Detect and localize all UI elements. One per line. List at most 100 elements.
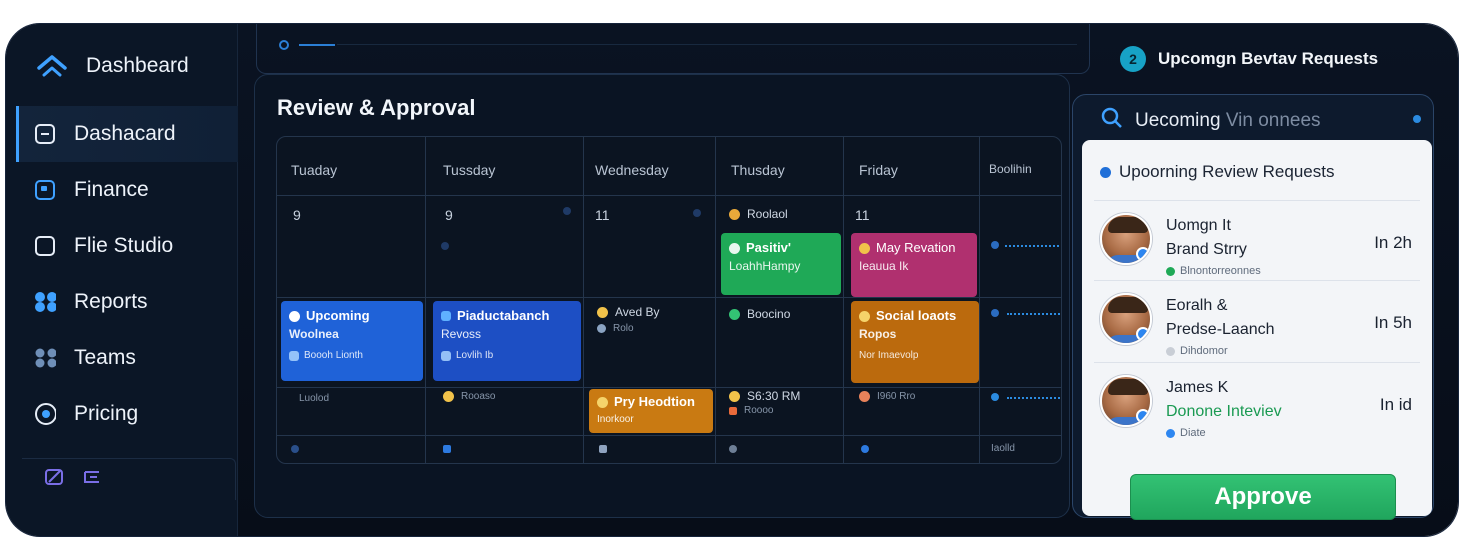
calendar-item[interactable]: Luolod <box>299 393 329 404</box>
date-number: 11 <box>855 207 870 223</box>
status-dot-icon <box>1100 166 1111 178</box>
calendar-item[interactable]: I960 Rro <box>859 391 915 402</box>
review-requests-card: Upoorning Review Requests Uomgn It Brand… <box>1082 140 1432 520</box>
calendar-item[interactable]: Roolaol <box>729 207 788 221</box>
event-title: Social loaots <box>859 307 971 325</box>
request-item[interactable]: James K Donone Inteviev Diate In id <box>1094 362 1420 442</box>
avatar <box>1100 213 1152 265</box>
request-name: Uomgn It <box>1166 217 1231 234</box>
calendar-icon <box>441 351 451 361</box>
progress-line <box>299 44 335 46</box>
calendar-item-row: Rolo <box>597 323 634 334</box>
avatar <box>1100 375 1152 427</box>
grid-line <box>277 387 1061 388</box>
calendar-item-row: S6:30 RM <box>729 389 800 403</box>
request-item[interactable]: Eoralh & Predse-Laanch Dihdomor In 5h <box>1094 280 1420 360</box>
status-dot-icon <box>859 242 870 254</box>
edit-icon[interactable] <box>44 467 66 492</box>
circle-icon <box>34 403 56 425</box>
grid-line <box>715 137 716 463</box>
calendar-item-row: Roooo <box>729 405 773 416</box>
status-dot-icon <box>597 396 608 408</box>
sidebar-item-flie-studio[interactable]: Flie Studio <box>16 218 238 274</box>
connector-line <box>1007 313 1061 315</box>
connector-line <box>1005 245 1061 247</box>
event-upcoming[interactable]: Upcoming Woolnea Boooh Lionth <box>281 301 423 381</box>
marker-dot <box>563 207 571 215</box>
request-meta: Diate <box>1166 427 1206 439</box>
sidebar-footer <box>22 458 236 500</box>
event-title: May Revation <box>859 239 969 257</box>
sidebar-item-finance[interactable]: Finance <box>16 162 238 218</box>
info-badge-icon: 2 <box>1120 46 1146 72</box>
verified-badge-icon <box>1136 247 1150 261</box>
search-text: Uecoming Vin onnees <box>1135 110 1321 131</box>
calendar-item[interactable]: Aved By Rolo <box>597 305 659 334</box>
status-dot-icon <box>729 208 740 220</box>
search-bar[interactable]: Uecoming Vin onnees <box>1101 107 1321 135</box>
chevron-up-logo-icon <box>36 54 68 78</box>
event-subtitle: Woolnea <box>289 327 339 341</box>
sidebar-item-label: Dashacard <box>74 122 176 145</box>
event-subtitle: LoahhHampy <box>729 259 801 273</box>
request-time: In id <box>1379 395 1412 414</box>
top-bar <box>256 24 1090 74</box>
day-header: Friday <box>859 162 898 178</box>
file-icon <box>441 311 451 321</box>
teams-icon <box>34 347 56 369</box>
marker-dot <box>693 209 701 217</box>
grid-line <box>277 297 1061 298</box>
day-header: Tuaday <box>291 162 338 178</box>
event-subtitle: Ieauua Ik <box>859 259 909 273</box>
event-green[interactable]: Pasitiv' LoahhHampy <box>721 233 841 295</box>
event-piaductabanch[interactable]: Piaductabanch Revoss Lovlih Ib <box>433 301 581 381</box>
event-title: Pry Heodtion <box>597 393 705 411</box>
brand[interactable]: Dashbeard <box>36 54 189 78</box>
check-circle-icon <box>729 242 740 254</box>
sidebar-item-label: Reports <box>74 290 148 313</box>
event-pink[interactable]: May Revation Ieauua Ik <box>851 233 977 297</box>
day-header: Tussday <box>443 162 496 178</box>
card-title: Upoorning Review Requests <box>1100 162 1334 182</box>
marker-dot <box>443 445 451 453</box>
event-pry-heodtion[interactable]: Pry Heodtion Inorkoor <box>589 389 713 433</box>
calendar-item[interactable]: Rooaso <box>443 391 495 402</box>
approve-button[interactable]: Approve <box>1130 474 1396 520</box>
date-number: 9 <box>293 207 301 223</box>
calendar-item-row: Aved By <box>597 305 659 319</box>
sidebar-item-pricing[interactable]: Pricing <box>16 386 238 442</box>
calendar-item-label: Roolaol <box>747 207 788 221</box>
event-meta: Boooh Lionth <box>289 347 415 365</box>
sidebar-item-label: Flie Studio <box>74 234 174 257</box>
date-number: 9 <box>445 207 453 223</box>
collapse-icon[interactable] <box>82 469 102 490</box>
grid-line <box>277 435 1061 436</box>
event-social[interactable]: Social loaots Ropos Nor Imaevolp <box>851 301 979 383</box>
calendar-item[interactable]: Boocino <box>729 307 790 321</box>
calendar-item[interactable]: S6:30 RM Roooo <box>729 389 800 416</box>
grid-line <box>583 137 584 463</box>
marker-dot <box>729 445 737 453</box>
status-dot-icon <box>289 310 300 322</box>
date-number: 11 <box>595 207 610 223</box>
status-dot-icon <box>729 308 740 320</box>
connector-line <box>1007 397 1061 399</box>
request-item[interactable]: Uomgn It Brand Strry Blnontorreonnes In … <box>1094 200 1420 280</box>
sidebar-item-dashacard[interactable]: Dashacard <box>16 106 238 162</box>
event-subtitle: Ropos <box>859 327 897 341</box>
status-dot-icon <box>1166 266 1175 276</box>
marker-dot <box>599 445 607 453</box>
sidebar-item-teams[interactable]: Teams <box>16 330 238 386</box>
track-line <box>337 44 1077 45</box>
event-title: Pasitiv' <box>729 239 833 257</box>
marker-dot <box>861 445 869 453</box>
event-title: Piaductabanch <box>441 307 573 325</box>
event-meta: Nor Imaevolp <box>859 350 919 361</box>
right-header: 2 Upcomgn Bevtav Requests <box>1120 46 1378 72</box>
request-title: Donone Inteviev <box>1166 403 1282 420</box>
calendar-item[interactable]: Iaolld <box>991 443 1015 454</box>
status-dot-icon <box>729 390 740 402</box>
connector-dot <box>991 241 999 249</box>
sidebar-item-reports[interactable]: Reports <box>16 274 238 330</box>
marker-dot <box>291 445 299 453</box>
